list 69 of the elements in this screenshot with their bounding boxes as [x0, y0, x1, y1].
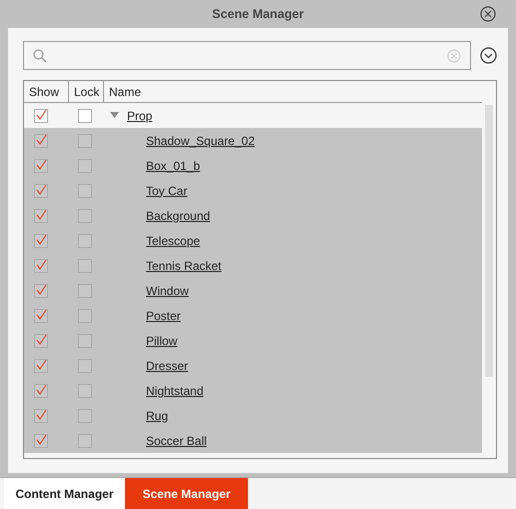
- tree-row[interactable]: Poster: [24, 303, 482, 328]
- checkbox[interactable]: [34, 134, 48, 148]
- checkbox[interactable]: [78, 108, 92, 122]
- object-link[interactable]: Shadow_Square_02: [146, 134, 255, 148]
- object-link[interactable]: Window: [146, 284, 189, 298]
- checkbox[interactable]: [34, 184, 48, 198]
- checkbox[interactable]: [78, 434, 92, 448]
- column-header[interactable]: Name: [104, 81, 482, 102]
- tab[interactable]: Scene Manager: [125, 478, 248, 509]
- clear-icon[interactable]: [447, 48, 461, 62]
- checkbox[interactable]: [78, 284, 92, 298]
- tree-row[interactable]: Pillow: [24, 328, 482, 353]
- tree-row[interactable]: Background: [24, 203, 482, 228]
- tab[interactable]: Content Manager: [4, 478, 125, 509]
- expand-arrow-icon[interactable]: [110, 112, 119, 119]
- checkbox[interactable]: [78, 334, 92, 348]
- tree-row[interactable]: Window: [24, 278, 482, 303]
- checkbox[interactable]: [34, 284, 48, 298]
- checkbox[interactable]: [34, 158, 48, 172]
- checkbox[interactable]: [34, 434, 48, 448]
- object-link[interactable]: Rug: [146, 408, 168, 422]
- checkbox[interactable]: [34, 408, 48, 422]
- close-icon[interactable]: [480, 6, 496, 22]
- object-link[interactable]: Telescope: [146, 234, 200, 248]
- search-field[interactable]: [23, 41, 471, 70]
- tree-row[interactable]: Toy Car: [24, 178, 482, 203]
- checkbox[interactable]: [78, 134, 92, 148]
- tree-row[interactable]: Telescope: [24, 228, 482, 253]
- checkbox[interactable]: [78, 308, 92, 322]
- checkbox[interactable]: [78, 158, 92, 172]
- checkbox[interactable]: [78, 358, 92, 372]
- tree-row[interactable]: Shadow_Square_02: [24, 128, 482, 153]
- tree-row[interactable]: Prop: [24, 103, 482, 128]
- checkbox[interactable]: [34, 384, 48, 398]
- object-link[interactable]: Soccer Ball: [146, 434, 207, 448]
- object-link[interactable]: Pillow: [146, 334, 178, 348]
- checkbox[interactable]: [34, 334, 48, 348]
- dropdown-icon[interactable]: [480, 47, 497, 64]
- checkbox[interactable]: [34, 258, 48, 272]
- scrollbar-thumb[interactable]: [485, 105, 493, 377]
- column-header[interactable]: Lock: [69, 81, 104, 102]
- checkbox[interactable]: [78, 384, 92, 398]
- object-link[interactable]: Prop: [127, 108, 152, 122]
- tree-row[interactable]: Tennis Racket: [24, 253, 482, 278]
- checkbox[interactable]: [34, 358, 48, 372]
- tree-row[interactable]: Box_01_b: [24, 153, 482, 178]
- search-icon: [33, 48, 47, 62]
- object-link[interactable]: Poster: [146, 308, 181, 322]
- object-link[interactable]: Box_01_b: [146, 158, 200, 172]
- object-link[interactable]: Background: [146, 208, 210, 222]
- column-header[interactable]: Show: [24, 81, 69, 102]
- checkbox[interactable]: [78, 208, 92, 222]
- checkbox[interactable]: [34, 208, 48, 222]
- tree-row[interactable]: Soccer Ball: [24, 428, 482, 453]
- object-link[interactable]: Toy Car: [146, 184, 188, 198]
- object-link[interactable]: Dresser: [146, 358, 188, 372]
- checkbox[interactable]: [78, 184, 92, 198]
- tree-row[interactable]: Rug: [24, 403, 482, 428]
- object-link[interactable]: Nightstand: [146, 384, 204, 398]
- tree-row[interactable]: Nightstand: [24, 378, 482, 403]
- checkbox[interactable]: [78, 234, 92, 248]
- checkbox[interactable]: [34, 308, 48, 322]
- tree-row[interactable]: Dresser: [24, 353, 482, 378]
- checkbox[interactable]: [78, 258, 92, 272]
- object-link[interactable]: Tennis Racket: [146, 258, 222, 272]
- checkbox[interactable]: [78, 408, 92, 422]
- checkbox[interactable]: [34, 108, 48, 122]
- window-title: Scene Manager: [212, 7, 304, 21]
- checkbox[interactable]: [34, 234, 48, 248]
